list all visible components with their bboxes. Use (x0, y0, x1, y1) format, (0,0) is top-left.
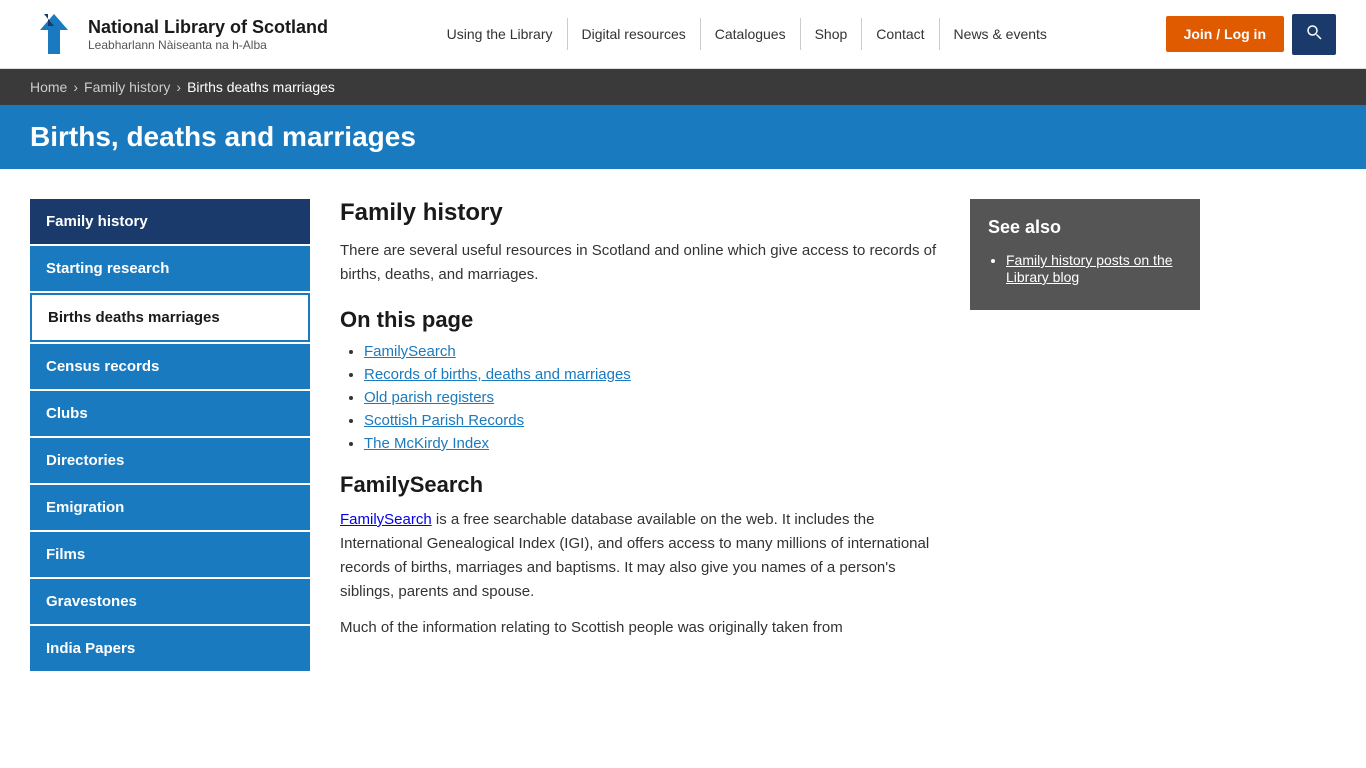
link-old-parish[interactable]: Old parish registers (364, 389, 494, 406)
list-item: The McKirdy Index (364, 435, 940, 452)
list-item: Family history posts on the Library blog (1006, 252, 1182, 286)
page-title-bar: Births, deaths and marriages (0, 105, 1366, 169)
join-login-button[interactable]: Join / Log in (1166, 16, 1284, 52)
logo-text: National Library of Scotland Leabharlann… (88, 17, 328, 52)
breadcrumb-family-history[interactable]: Family history (84, 79, 170, 95)
nav-news-events[interactable]: News & events (940, 18, 1061, 50)
main-content: Family history Starting research Births … (0, 169, 1366, 703)
search-icon (1306, 24, 1322, 40)
familysearch-desc-1: FamilySearch is a free searchable databa… (340, 508, 940, 604)
logo-title: National Library of Scotland (88, 17, 328, 38)
see-also-box: See also Family history posts on the Lib… (970, 199, 1200, 310)
right-column: See also Family history posts on the Lib… (970, 199, 1200, 673)
nls-logo-icon (30, 10, 78, 58)
sidebar-item-clubs[interactable]: Clubs (30, 391, 310, 436)
nav-shop[interactable]: Shop (801, 18, 863, 50)
nav-digital-resources[interactable]: Digital resources (568, 18, 701, 50)
section-title: Family history (340, 199, 940, 227)
logo-subtitle: Leabharlann Nàiseanta na h-Alba (88, 38, 328, 52)
page-title: Births, deaths and marriages (30, 121, 1336, 153)
breadcrumb-sep-1: › (73, 79, 78, 95)
content-area: Family history There are several useful … (340, 199, 940, 673)
nav-catalogues[interactable]: Catalogues (701, 18, 801, 50)
nav-contact[interactable]: Contact (862, 18, 939, 50)
list-item: Records of births, deaths and marriages (364, 366, 940, 383)
on-this-page-list: FamilySearch Records of births, deaths a… (364, 343, 940, 452)
familysearch-title: FamilySearch (340, 472, 940, 498)
header-actions: Join / Log in (1166, 14, 1336, 55)
sidebar-item-films[interactable]: Films (30, 532, 310, 577)
link-mckirdy[interactable]: The McKirdy Index (364, 435, 489, 452)
link-familysearch[interactable]: FamilySearch (364, 343, 456, 360)
see-also-title: See also (988, 217, 1182, 238)
see-also-blog-link[interactable]: Family history posts on the Library blog (1006, 252, 1173, 285)
link-records-births[interactable]: Records of births, deaths and marriages (364, 366, 631, 383)
sidebar-item-gravestones[interactable]: Gravestones (30, 579, 310, 624)
see-also-list: Family history posts on the Library blog (1006, 252, 1182, 286)
search-button[interactable] (1292, 14, 1336, 55)
sidebar: Family history Starting research Births … (30, 199, 310, 673)
sidebar-item-directories[interactable]: Directories (30, 438, 310, 483)
top-header: National Library of Scotland Leabharlann… (0, 0, 1366, 69)
logo-area: National Library of Scotland Leabharlann… (30, 10, 328, 58)
sidebar-item-census[interactable]: Census records (30, 344, 310, 389)
list-item: Old parish registers (364, 389, 940, 406)
familysearch-link[interactable]: FamilySearch (340, 511, 432, 528)
sidebar-item-india-papers[interactable]: India Papers (30, 626, 310, 671)
top-nav: Using the Library Digital resources Cata… (433, 18, 1061, 50)
breadcrumb-sep-2: › (176, 79, 181, 95)
sidebar-item-emigration[interactable]: Emigration (30, 485, 310, 530)
breadcrumb-current: Births deaths marriages (187, 79, 335, 95)
sidebar-item-family-history[interactable]: Family history (30, 199, 310, 244)
intro-text: There are several useful resources in Sc… (340, 239, 940, 287)
list-item: Scottish Parish Records (364, 412, 940, 429)
breadcrumb-home[interactable]: Home (30, 79, 67, 95)
list-item: FamilySearch (364, 343, 940, 360)
familysearch-desc-2: Much of the information relating to Scot… (340, 616, 940, 640)
sidebar-item-starting-research[interactable]: Starting research (30, 246, 310, 291)
breadcrumb: Home › Family history › Births deaths ma… (0, 69, 1366, 105)
sidebar-item-births-deaths[interactable]: Births deaths marriages (30, 293, 310, 342)
nav-using-library[interactable]: Using the Library (433, 18, 568, 50)
link-scottish-parish[interactable]: Scottish Parish Records (364, 412, 524, 429)
on-this-page-title: On this page (340, 307, 940, 333)
